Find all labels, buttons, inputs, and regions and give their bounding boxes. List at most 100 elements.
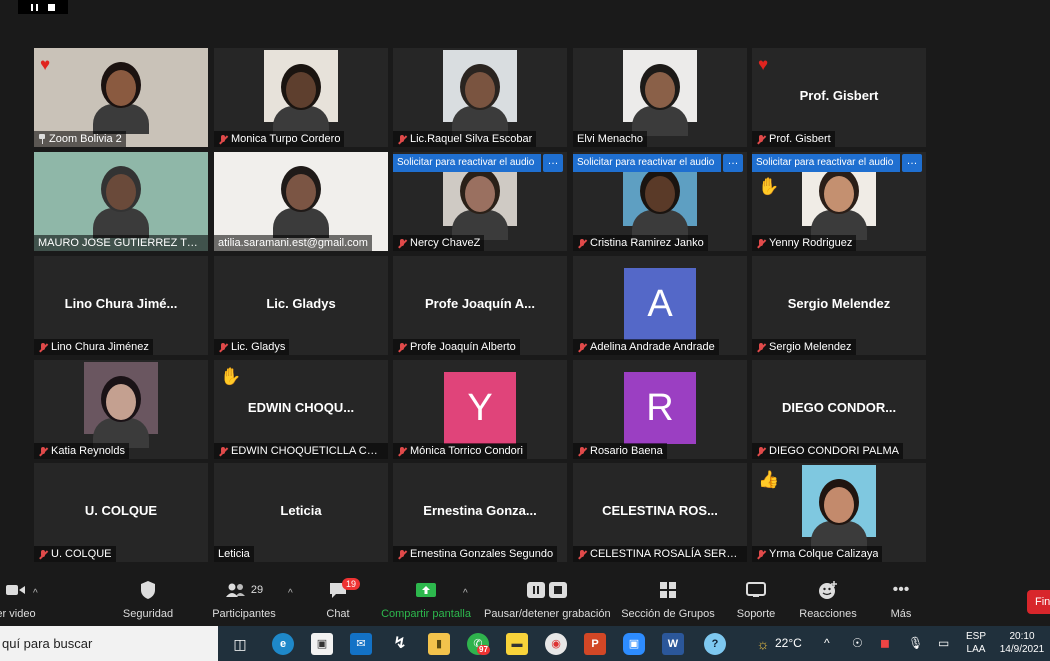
chat-button[interactable]: 19 Chat [318,578,361,620]
participant-tile[interactable]: Sergio Melendez Sergio Melendez [752,256,926,355]
participant-tile[interactable]: ♥ Zoom Bolivia 2 [34,48,208,147]
participant-name: Profe Joaquín Alberto [410,341,516,353]
video-options-caret[interactable]: ^ [33,588,38,599]
word-icon[interactable]: W [662,633,684,655]
participant-tile[interactable]: Lic. Gladys Lic. Gladys [214,256,388,355]
powerpoint-icon[interactable]: P [584,633,606,655]
weather-temp[interactable]: 22°C [775,637,802,650]
participant-tile[interactable]: Leticia Leticia [214,463,388,562]
muted-microphone-icon [38,446,48,457]
whatsapp-icon[interactable]: ✆ 97 [467,633,490,655]
participant-tile[interactable]: U. COLQUE U. COLQUE [34,463,208,562]
pause-icon[interactable] [31,3,38,11]
microphone-icon[interactable]: 🎙 [908,637,923,650]
breakout-rooms-button[interactable]: Sección de Grupos [620,580,716,620]
participants-options-caret[interactable]: ^ [288,588,293,599]
participant-tile[interactable]: atilia.saramani.est@gmail.com [214,152,388,251]
participant-tile[interactable]: Katia Reynolds [34,360,208,459]
participant-display-name: Prof. Gisbert [799,88,879,103]
more-label: Más [890,608,912,620]
task-view-icon[interactable]: ◫ [229,633,251,655]
muted-microphone-icon [218,134,228,145]
more-button[interactable]: ••• Más [884,580,918,620]
participant-name-label: Elvi Menacho [573,131,648,147]
chrome-icon[interactable]: ◉ [545,633,567,655]
participant-name: Lic.Raquel Silva Escobar [410,133,533,145]
weather-icon: ☼ [756,636,770,652]
participant-tile[interactable]: Lino Chura Jimé... Lino Chura Jiménez [34,256,208,355]
share-options-caret[interactable]: ^ [463,588,468,599]
participant-tile[interactable]: Profe Joaquín A... Profe Joaquín Alberto [393,256,567,355]
participant-tile[interactable]: DIEGO CONDOR... DIEGO CONDORI PALMA [752,360,926,459]
video-button[interactable]: er video [0,580,46,620]
zoom-icon[interactable]: ▣ [623,633,645,655]
participant-tile[interactable]: Y Mónica Torrico Condori [393,360,567,459]
folder-icon[interactable]: ▮ [428,633,450,655]
support-button[interactable]: Soporte [733,580,779,620]
share-screen-button[interactable]: Compartir pantalla [378,580,474,620]
stop-icon[interactable] [48,3,55,11]
tray-app-icon[interactable]: ◼ [880,637,890,650]
ask-to-unmute-banner[interactable]: Solicitar para reactivar el audio [752,154,900,172]
breakout-rooms-icon [660,582,676,598]
participant-tile[interactable]: Elvi Menacho [573,48,747,147]
winamp-icon[interactable]: ↯ [389,633,411,655]
tray-expand-icon[interactable]: ^ [824,637,830,650]
help-icon[interactable]: ? [704,633,726,655]
participant-display-name: CELESTINA ROS... [602,503,718,518]
language-indicator[interactable]: ESP LAA [966,630,986,656]
participant-tile[interactable]: R Rosario Baena [573,360,747,459]
zoom-meeting-window: ♥ Zoom Bolivia 2 Monica Turpo Cordero Lic.R… [0,0,1050,661]
muted-microphone-icon [756,342,766,353]
participant-tile[interactable]: Solicitar para reactivar el audio… ✋ Yenny… [752,152,926,251]
participant-tile[interactable]: CELESTINA ROS... CELESTINA ROSALÍA SERN..… [573,463,747,562]
participant-name: Nercy ChaveZ [410,237,481,249]
ask-to-unmute-banner[interactable]: Solicitar para reactivar el audio [393,154,541,172]
tile-more-options-button[interactable]: … [543,154,563,172]
participant-name-label: Sergio Melendez [752,339,856,355]
participant-display-name: Lino Chura Jimé... [64,296,178,311]
participant-name-label: Yrma Colque Calizaya [752,546,883,562]
participant-display-name: Lic. Gladys [266,296,336,311]
participant-tile[interactable]: Monica Turpo Cordero [214,48,388,147]
participant-name: Yenny Rodriguez [769,237,853,249]
sticky-notes-icon[interactable]: ▬ [506,633,528,655]
record-controls-button[interactable]: Pausar/detener grabación [484,580,611,620]
participant-tile[interactable]: Solicitar para reactivar el audio… Cristi… [573,152,747,251]
participant-tile[interactable]: 👍 Yrma Colque Calizaya [752,463,926,562]
muted-microphone-icon [38,342,48,353]
mail-icon[interactable]: ✉ [350,633,372,655]
edge-icon[interactable]: e [272,633,294,655]
participant-video [802,465,876,551]
muted-microphone-icon [577,238,587,249]
participant-tile[interactable]: Prof. Gisbert ♥ Prof. Gisbert [752,48,926,147]
participant-tile[interactable]: MAURO JOSE GUTIERREZ TO... [34,152,208,251]
meet-now-icon[interactable]: ☉ [852,637,863,650]
clap-reaction-icon: ✋ [220,367,242,386]
clap-reaction-icon: ✋ [758,177,780,196]
end-meeting-button[interactable]: Fin [1027,590,1050,614]
chat-label: Chat [326,608,350,620]
participant-tile[interactable]: A Adelina Andrade Andrade [573,256,747,355]
participant-display-name: Sergio Melendez [787,296,891,311]
tile-more-options-button[interactable]: … [902,154,922,172]
participant-tile[interactable]: EDWIN CHOQU... ✋ EDWIN CHOQUETICLLA CO... [214,360,388,459]
security-button[interactable]: Seguridad [118,580,178,620]
reactions-button[interactable]: Reacciones [798,580,858,620]
participants-button[interactable]: 29 Participantes [208,580,280,620]
participants-count: 29 [250,584,264,596]
participant-name: EDWIN CHOQUETICLLA CO... [231,445,384,457]
participant-name: Ernestina Gonzales Segundo [410,548,554,560]
reactions-label: Reacciones [799,608,857,620]
battery-icon[interactable]: ▭ [938,637,949,650]
clock-date: 14/9/2021 [999,644,1045,655]
taskbar-search[interactable]: quí para buscar [0,626,218,661]
tile-more-options-button[interactable]: … [723,154,743,172]
participant-tile[interactable]: Solicitar para reactivar el audio… Nercy … [393,152,567,251]
ask-to-unmute-banner[interactable]: Solicitar para reactivar el audio [573,154,721,172]
participant-name: Adelina Andrade Andrade [590,341,715,353]
store-icon[interactable]: ▣ [311,633,333,655]
participant-tile[interactable]: Lic.Raquel Silva Escobar [393,48,567,147]
taskbar-clock[interactable]: 20:10 14/9/2021 [998,630,1046,656]
participant-tile[interactable]: Ernestina Gonza... Ernestina Gonzales Seg… [393,463,567,562]
